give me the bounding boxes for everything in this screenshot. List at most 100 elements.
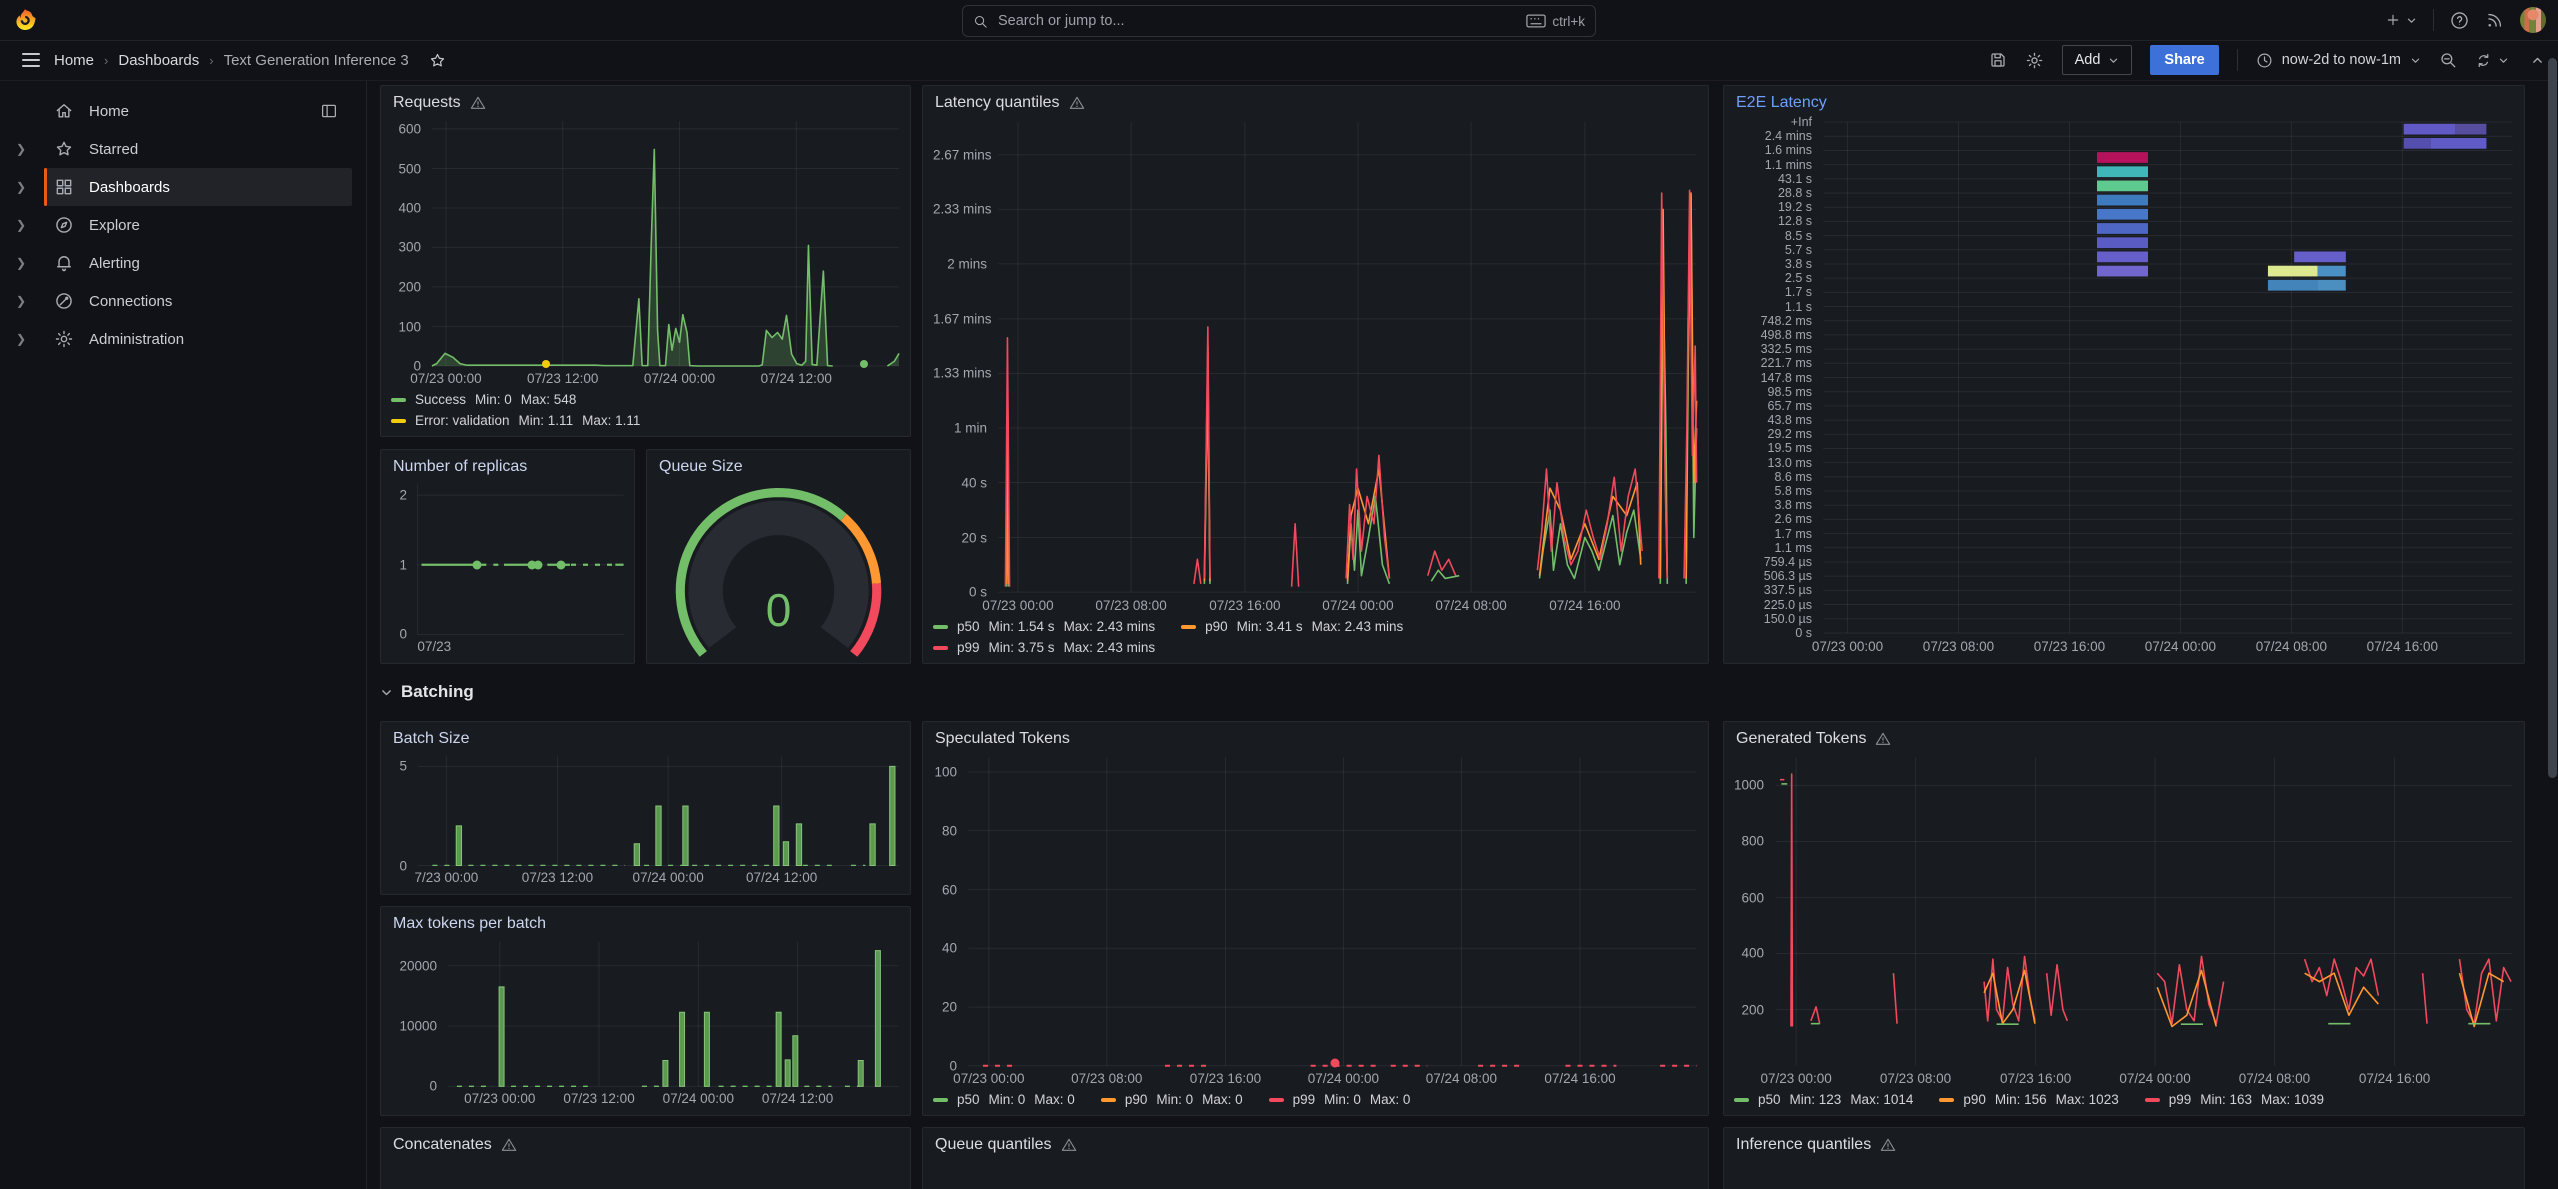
panel-e2e-latency: E2E Latency +Inf 2.4 mins 1.6 mins 1.1 mins… bbox=[1723, 85, 2525, 664]
explore-compass-icon bbox=[56, 217, 72, 233]
sidebar-nav: Home ❯ Starred ❯ Dashboards ❯ Explore ❯ … bbox=[0, 80, 367, 1189]
panel-concatenates: Concatenates bbox=[380, 1127, 911, 1189]
chevron-down-icon bbox=[382, 689, 391, 695]
chevron-down-icon bbox=[2407, 18, 2416, 23]
dashboard-canvas: Requests 0 100 200 300 400 500 600 07/23 00:00 0… bbox=[366, 80, 2558, 1189]
panel-title: Batch Size bbox=[393, 730, 470, 747]
panel-number-of-replicas: Number of replicas 0 1 2 07/23 bbox=[380, 449, 635, 664]
chevron-right-icon[interactable]: ❯ bbox=[12, 142, 44, 156]
divider bbox=[2433, 9, 2434, 31]
panel-queue-quantiles: Queue quantiles bbox=[922, 1127, 1709, 1189]
warning-icon[interactable] bbox=[1061, 1137, 1077, 1153]
time-range-label: now-2d to now-1m bbox=[2281, 52, 2401, 68]
share-button[interactable]: Share bbox=[2150, 45, 2219, 75]
administration-gear-icon bbox=[55, 330, 73, 348]
add-button[interactable]: Add bbox=[2061, 45, 2133, 75]
time-range-picker[interactable]: now-2d to now-1m bbox=[2256, 52, 2421, 69]
breadcrumb-separator: › bbox=[209, 52, 214, 68]
panel-title: Generated Tokens bbox=[1736, 730, 1867, 747]
top-nav: ctrl+k bbox=[0, 0, 2558, 41]
panel-title: Latency quantiles bbox=[935, 94, 1060, 111]
search-shortcut: ctrl+k bbox=[1552, 13, 1585, 29]
generated-tokens-chart: 200 400 600 800 1000 07/23 00:00 07/23 08:00 07… bbox=[1724, 756, 2524, 1115]
sidebar-item-administration[interactable]: ❯ Administration bbox=[0, 320, 366, 358]
dock-menu-icon[interactable] bbox=[320, 102, 338, 120]
panel-title: Concatenates bbox=[393, 1136, 492, 1153]
panel-header-queue-quantiles[interactable]: Queue quantiles bbox=[923, 1128, 1708, 1162]
sidebar-item-explore[interactable]: ❯ Explore bbox=[0, 206, 366, 244]
panel-header-e2e-latency[interactable]: E2E Latency bbox=[1724, 86, 2524, 120]
search-icon bbox=[974, 15, 987, 28]
panel-header-max-tokens[interactable]: Max tokens per batch bbox=[381, 907, 910, 941]
panel-header-requests[interactable]: Requests bbox=[381, 86, 910, 120]
chevron-down-icon bbox=[2411, 58, 2420, 63]
panel-header-concatenates[interactable]: Concatenates bbox=[381, 1128, 910, 1162]
speculated-tokens-chart: 0 20 40 60 80 100 07/23 00:00 07/23 08:00 07/23 … bbox=[933, 764, 1616, 1107]
news-icon[interactable] bbox=[2485, 11, 2504, 30]
search-input[interactable] bbox=[996, 12, 1519, 30]
queue-size-gauge: 0 bbox=[647, 484, 910, 663]
panel-latency-quantiles: Latency quantiles 0 s 20 s 40 s1 min 1.33 m… bbox=[922, 85, 1709, 664]
panel-header-replicas[interactable]: Number of replicas bbox=[381, 450, 634, 484]
global-search[interactable]: ctrl+k bbox=[962, 5, 1596, 37]
panel-title: Number of replicas bbox=[393, 458, 528, 475]
warning-icon[interactable] bbox=[1875, 731, 1891, 747]
user-avatar[interactable] bbox=[2520, 7, 2546, 33]
panel-header-inference-quantiles[interactable]: Inference quantiles bbox=[1724, 1128, 2524, 1162]
page-scrollbar[interactable] bbox=[2548, 58, 2557, 778]
panel-header-batch-size[interactable]: Batch Size bbox=[381, 722, 910, 756]
warning-icon[interactable] bbox=[1880, 1137, 1896, 1153]
help-icon[interactable] bbox=[2450, 11, 2469, 30]
breadcrumb-home[interactable]: Home bbox=[54, 52, 94, 69]
grafana-logo-icon[interactable] bbox=[12, 7, 38, 33]
chevron-right-icon[interactable]: ❯ bbox=[12, 294, 44, 308]
chevron-down-icon bbox=[2499, 58, 2508, 63]
star-icon bbox=[56, 141, 72, 156]
new-button[interactable] bbox=[2385, 12, 2417, 28]
e2e-latency-heatmap: +Inf 2.4 mins 1.6 mins 1.1 mins 43.1 s 28.8 s… bbox=[1724, 115, 2524, 663]
panel-max-tokens-per-batch: Max tokens per batch 0 10000 20000 07/23 00… bbox=[380, 906, 911, 1116]
save-dashboard-icon[interactable] bbox=[1989, 51, 2007, 69]
sidebar-item-dashboards[interactable]: ❯ Dashboards bbox=[0, 168, 366, 206]
breadcrumb-separator: › bbox=[104, 52, 109, 68]
panel-header-speculated-tokens[interactable]: Speculated Tokens bbox=[923, 722, 1708, 756]
refresh-control[interactable] bbox=[2475, 52, 2509, 69]
panel-inference-quantiles: Inference quantiles bbox=[1723, 1127, 2525, 1189]
favorite-star-icon[interactable] bbox=[429, 52, 446, 69]
chevron-right-icon[interactable]: ❯ bbox=[12, 332, 44, 346]
dashboards-icon bbox=[56, 179, 72, 195]
warning-icon[interactable] bbox=[470, 95, 486, 111]
plus-icon bbox=[2387, 14, 2399, 26]
section-row-batching[interactable]: Batching bbox=[380, 682, 474, 702]
chevron-down-icon bbox=[2110, 58, 2118, 63]
panel-queue-size: Queue Size 0 bbox=[646, 449, 911, 664]
chevron-right-icon[interactable]: ❯ bbox=[12, 256, 44, 270]
breadcrumb: Home › Dashboards › Text Generation Infe… bbox=[54, 52, 446, 69]
panel-header-queue-size[interactable]: Queue Size bbox=[647, 450, 910, 484]
sidebar-item-alerting[interactable]: ❯ Alerting bbox=[0, 244, 366, 282]
requests-chart: 0 100 200 300 400 500 600 07/23 00:00 07/23 12:0… bbox=[381, 120, 910, 436]
zoom-out-icon[interactable] bbox=[2439, 51, 2457, 69]
gauge-value: 0 bbox=[765, 583, 792, 636]
breadcrumb-dashboards[interactable]: Dashboards bbox=[118, 52, 199, 69]
clock-icon bbox=[2257, 53, 2272, 67]
collapse-toolbar-icon[interactable] bbox=[2531, 54, 2544, 67]
max-tokens-chart: 0 10000 20000 07/23 00:00 07/23 12:00 07/24 0… bbox=[381, 941, 910, 1115]
panel-header-generated-tokens[interactable]: Generated Tokens bbox=[1724, 722, 2524, 756]
latency-quantiles-chart: 0 s 20 s 40 s1 min 1.33 mins 1.67 mins 2 mins… bbox=[923, 120, 1708, 663]
warning-icon[interactable] bbox=[1069, 95, 1085, 111]
dashboard-settings-icon[interactable] bbox=[2025, 51, 2044, 70]
sidebar-item-connections[interactable]: ❯ Connections bbox=[0, 282, 366, 320]
chevron-right-icon[interactable]: ❯ bbox=[12, 218, 44, 232]
panel-title: Queue Size bbox=[659, 458, 743, 475]
mega-menu-toggle[interactable] bbox=[22, 53, 40, 67]
panel-title: Queue quantiles bbox=[935, 1136, 1052, 1153]
sidebar-item-home[interactable]: Home bbox=[0, 92, 366, 130]
chevron-right-icon[interactable]: ❯ bbox=[12, 180, 44, 194]
warning-icon[interactable] bbox=[501, 1137, 517, 1153]
sidebar-item-starred[interactable]: ❯ Starred bbox=[0, 130, 366, 168]
section-title: Batching bbox=[401, 682, 474, 701]
panel-header-latency-quantiles[interactable]: Latency quantiles bbox=[923, 86, 1708, 120]
replicas-chart: 0 1 2 07/23 bbox=[381, 484, 634, 663]
panel-speculated-tokens: Speculated Tokens 0 20 40 60 80 100 07/23 00:0… bbox=[922, 721, 1709, 1116]
